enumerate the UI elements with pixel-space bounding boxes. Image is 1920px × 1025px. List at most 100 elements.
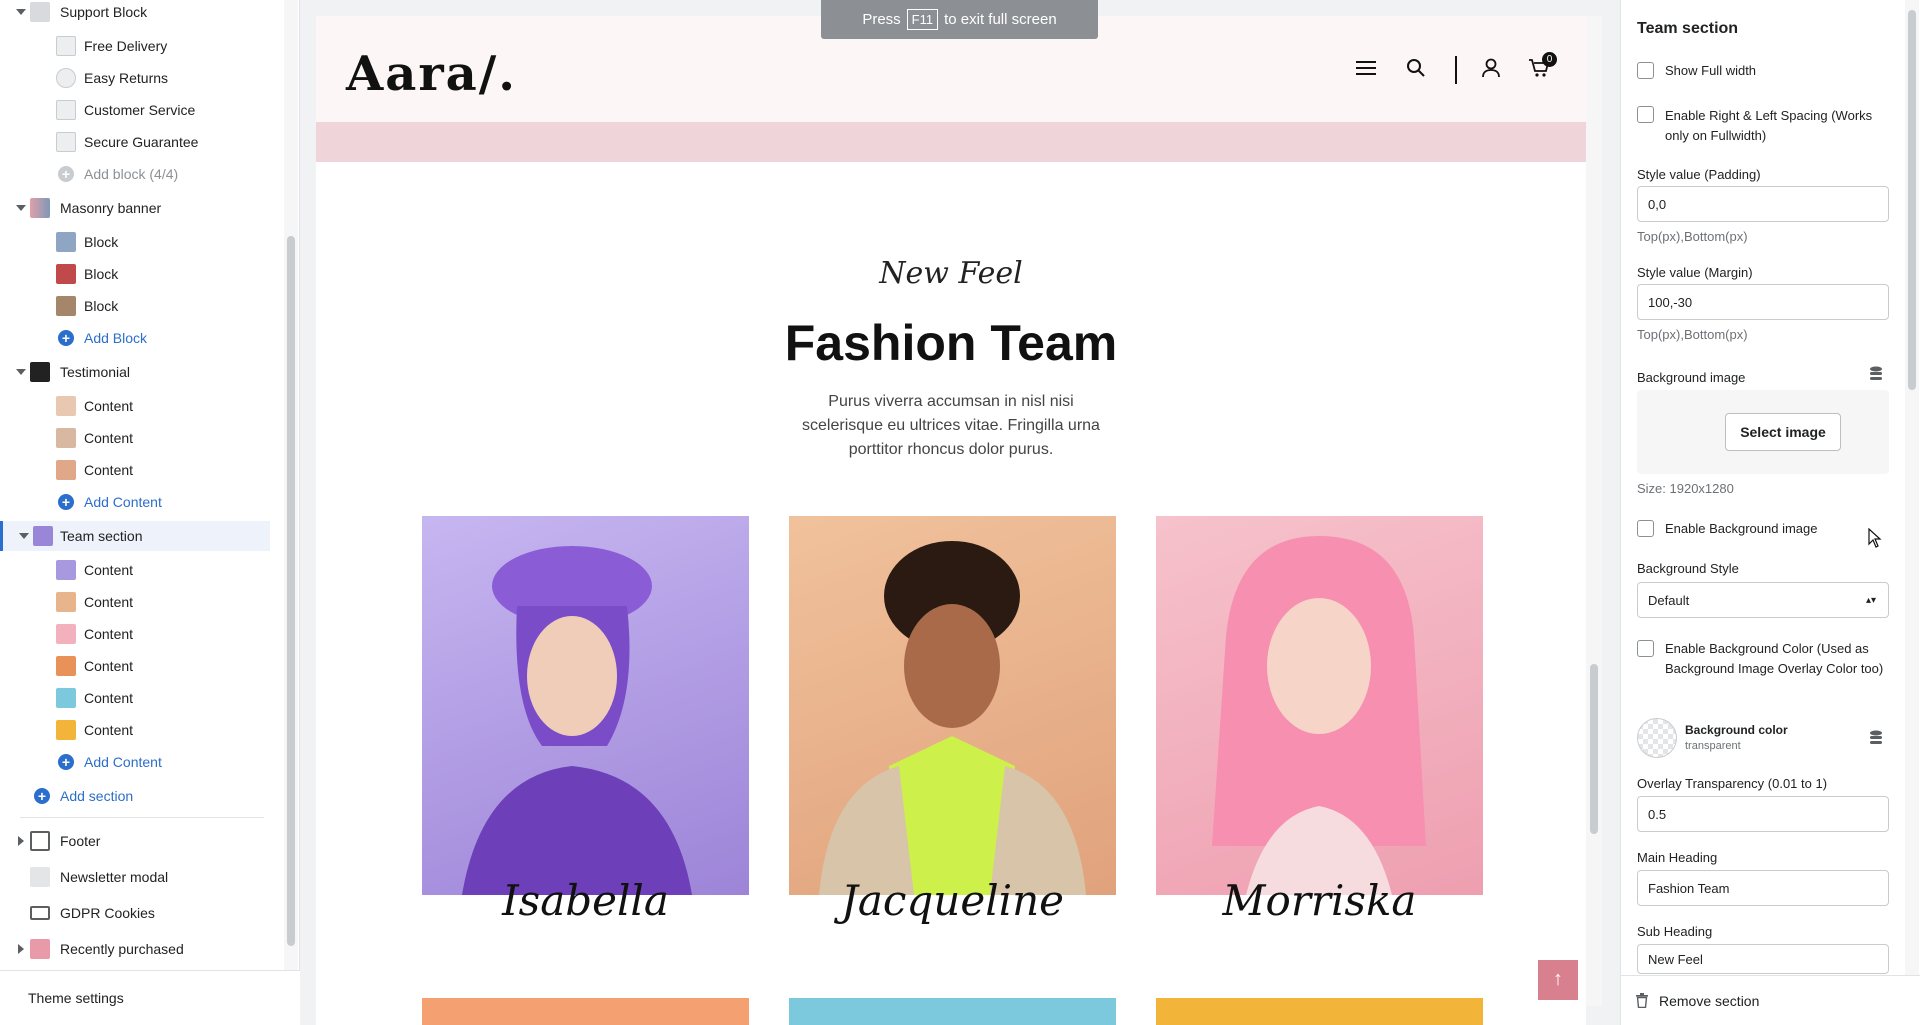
dynamic-source-icon[interactable] xyxy=(1869,366,1883,382)
add-block-button[interactable]: + Add Block xyxy=(0,323,270,353)
search-icon[interactable] xyxy=(1406,58,1426,78)
team-member-photo[interactable] xyxy=(422,998,749,1025)
remove-section-button[interactable]: Remove section xyxy=(1621,975,1920,1025)
enable-bg-color-checkbox[interactable] xyxy=(1637,640,1654,657)
main-heading-input[interactable]: Fashion Team xyxy=(1637,870,1889,906)
tree-item-label: Masonry banner xyxy=(60,200,162,216)
back-to-top-button[interactable]: ↑ xyxy=(1538,960,1578,1000)
tree-item-content[interactable]: Content xyxy=(0,455,270,485)
team-member-photo[interactable] xyxy=(789,516,1116,895)
cart-count-badge: 0 xyxy=(1542,52,1557,67)
content-thumb-icon xyxy=(56,624,76,644)
preview-scrollbar[interactable] xyxy=(1586,16,1602,1006)
tree-item-label: GDPR Cookies xyxy=(60,905,155,921)
fullscreen-hint-key: F11 xyxy=(906,9,939,30)
add-section-button[interactable]: + Add section xyxy=(0,781,270,811)
padding-input[interactable]: 0,0 xyxy=(1637,186,1889,222)
content-thumb-icon xyxy=(56,560,76,580)
tree-item-block[interactable]: Free Delivery xyxy=(0,31,270,61)
team-member-photo[interactable] xyxy=(422,516,749,895)
scrollbar-thumb[interactable] xyxy=(1908,10,1916,390)
tree-item-content[interactable]: Content xyxy=(0,715,270,745)
add-content-button[interactable]: + Add Content xyxy=(0,487,270,517)
overlay-transparency-input[interactable]: 0.5 xyxy=(1637,796,1889,832)
field-label: Main Heading xyxy=(1637,850,1718,865)
store-logo[interactable]: Aara/. xyxy=(346,46,517,102)
sub-heading-input[interactable]: New Feel xyxy=(1637,944,1889,974)
margin-input[interactable]: 100,-30 xyxy=(1637,284,1889,320)
add-section-label: Add section xyxy=(60,788,134,804)
tree-item-block[interactable]: Block xyxy=(0,259,270,289)
sidebar-scrollbar[interactable] xyxy=(284,0,298,970)
show-full-width-checkbox[interactable] xyxy=(1637,62,1654,79)
select-value: Default xyxy=(1648,592,1690,608)
tree-item-masonry-banner[interactable]: Masonry banner xyxy=(0,193,270,223)
block-thumb-icon xyxy=(56,36,76,56)
enable-bg-image-checkbox[interactable] xyxy=(1637,520,1654,537)
chevron-down-icon[interactable] xyxy=(19,533,29,539)
tree-item-label: Testimonial xyxy=(60,364,131,380)
add-block-label: Add block (4/4) xyxy=(84,166,179,182)
tree-item-label: Block xyxy=(84,266,119,282)
team-member-photo[interactable] xyxy=(1156,516,1483,895)
add-block-button-disabled: + Add block (4/4) xyxy=(0,159,270,189)
tree-item-content[interactable]: Content xyxy=(0,587,270,617)
tree-item-label: Content xyxy=(84,462,134,478)
tree-item-block[interactable]: Block xyxy=(0,291,270,321)
tree-item-label: Content xyxy=(84,430,134,446)
background-style-select[interactable]: Default ▴▾ xyxy=(1637,582,1889,618)
team-member-name: Jacqueline xyxy=(841,876,1064,925)
content-thumb-icon xyxy=(56,428,76,448)
block-thumb-icon xyxy=(56,100,76,120)
chevron-down-icon[interactable] xyxy=(16,9,26,15)
field-label: Background Style xyxy=(1637,561,1739,576)
scrollbar-thumb[interactable] xyxy=(1590,664,1598,834)
checkbox-label: Enable Right & Left Spacing (Works only … xyxy=(1665,108,1873,143)
chevron-right-icon[interactable] xyxy=(18,944,24,954)
tree-item-block[interactable]: Secure Guarantee xyxy=(0,127,270,157)
tree-item-team-section[interactable]: Team section xyxy=(0,521,270,551)
content-thumb-icon xyxy=(56,720,76,740)
dynamic-source-icon[interactable] xyxy=(1869,730,1883,746)
color-swatch[interactable] xyxy=(1637,718,1677,758)
team-member-photo[interactable] xyxy=(1156,998,1483,1025)
tree-item-newsletter[interactable]: Newsletter modal xyxy=(0,862,270,892)
tree-item-label: Newsletter modal xyxy=(60,869,169,885)
hamburger-menu-icon[interactable] xyxy=(1356,60,1376,76)
tree-item-gdpr[interactable]: GDPR Cookies xyxy=(0,898,270,928)
tree-item-content[interactable]: Content xyxy=(0,423,270,453)
plus-circle-icon: + xyxy=(34,788,50,804)
tree-item-support-block[interactable]: Support Block xyxy=(0,0,270,27)
tree-item-content[interactable]: Content xyxy=(0,391,270,421)
user-account-icon[interactable] xyxy=(1481,58,1501,78)
settings-scrollbar[interactable] xyxy=(1905,0,1919,975)
scrollbar-thumb[interactable] xyxy=(287,236,295,946)
select-image-button[interactable]: Select image xyxy=(1725,413,1841,451)
theme-settings-button[interactable]: Theme settings xyxy=(0,970,300,1025)
tree-item-label: Support Block xyxy=(60,4,148,20)
tree-item-testimonial[interactable]: Testimonial xyxy=(0,357,270,387)
chevron-down-icon[interactable] xyxy=(16,205,26,211)
chevron-down-icon[interactable] xyxy=(16,369,26,375)
section-thumb-icon xyxy=(30,939,50,959)
tree-item-footer[interactable]: Footer xyxy=(0,826,270,856)
team-member-photo[interactable] xyxy=(789,998,1116,1025)
add-content-button[interactable]: + Add Content xyxy=(0,747,270,777)
chevron-right-icon[interactable] xyxy=(18,836,24,846)
tree-item-block[interactable]: Easy Returns xyxy=(0,63,270,93)
checkbox-label: Show Full width xyxy=(1665,63,1757,78)
person-silhouette-icon xyxy=(819,541,1086,895)
tree-item-block[interactable]: Customer Service xyxy=(0,95,270,125)
section-thumb-icon xyxy=(30,2,50,22)
block-thumb-icon xyxy=(56,264,76,284)
tree-item-content[interactable]: Content xyxy=(0,619,270,649)
enable-spacing-checkbox[interactable] xyxy=(1637,106,1654,123)
tree-item-block[interactable]: Block xyxy=(0,227,270,257)
field-label: Style value (Margin) xyxy=(1637,265,1753,280)
tree-item-content[interactable]: Content xyxy=(0,683,270,713)
store-preview: Aara/. 0 New Feel Fashion Team Purus viv… xyxy=(316,16,1586,1025)
tree-item-label: Content xyxy=(84,562,134,578)
tree-item-content[interactable]: Content xyxy=(0,651,270,681)
tree-item-recently-purchased[interactable]: Recently purchased xyxy=(0,934,270,964)
tree-item-content[interactable]: Content xyxy=(0,555,270,585)
